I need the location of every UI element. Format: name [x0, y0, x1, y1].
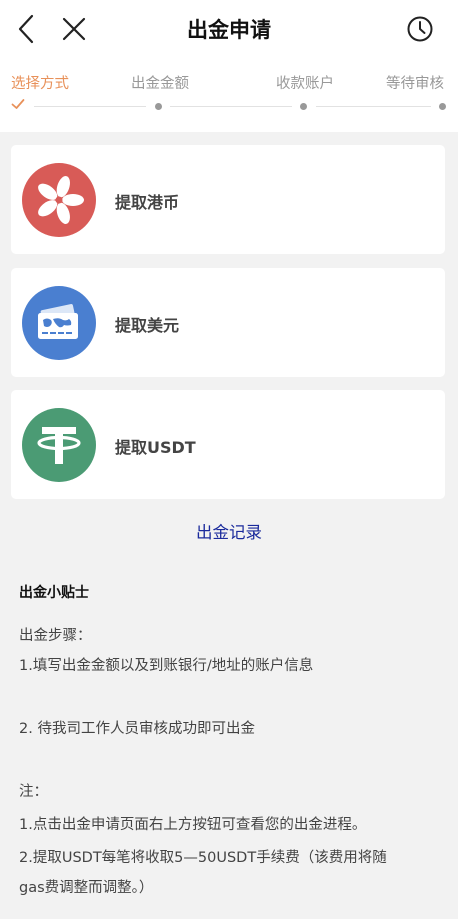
clock-icon[interactable] — [404, 13, 436, 45]
step-dot — [300, 103, 307, 110]
step-connector — [170, 106, 292, 107]
step-review: 等待审核 — [386, 76, 444, 92]
option-withdraw-usdt[interactable]: 提取USDT — [11, 390, 445, 499]
tips-title: 出金小贴士 — [19, 585, 89, 601]
tip-step-2: 2. 待我司工作人员审核成功即可出金 — [19, 721, 255, 737]
note-2-line-1: 2.提取USDT每笔将收取5—50USDT手续费（该费用将随 — [19, 850, 387, 866]
option-withdraw-hkd[interactable]: 提取港币 — [11, 145, 445, 254]
note-2-line-2: gas费调整而调整。） — [19, 880, 154, 896]
step-connector — [34, 106, 146, 107]
world-card-icon — [22, 286, 96, 360]
steps-heading: 出金步骤： — [19, 628, 92, 644]
step-connector — [316, 106, 431, 107]
bauhinia-flower-icon — [22, 163, 96, 237]
step-select-method: 选择方式 — [11, 76, 69, 92]
tip-step-1: 1.填写出金金额以及到账银行/地址的账户信息 — [19, 658, 314, 674]
step-account: 收款账户 — [276, 76, 334, 92]
option-label: 提取港币 — [115, 193, 180, 212]
close-icon[interactable] — [58, 13, 90, 45]
step-dot — [439, 103, 446, 110]
option-label: 提取USDT — [115, 438, 196, 457]
option-label: 提取美元 — [115, 316, 180, 335]
progress-steps: 选择方式 出金金额 收款账户 等待审核 — [0, 58, 458, 132]
note-heading: 注： — [19, 784, 48, 800]
withdrawal-records-link[interactable]: 出金记录 — [0, 519, 458, 543]
note-1: 1.点击出金申请页面右上方按钮可查看您的出金进程。 — [19, 817, 367, 833]
header-bar: 出金申请 — [0, 0, 458, 58]
step-amount: 出金金额 — [131, 76, 189, 92]
option-withdraw-usd[interactable]: 提取美元 — [11, 268, 445, 377]
chevron-left-icon[interactable] — [12, 13, 44, 45]
checkmark-icon — [11, 98, 25, 110]
step-dot — [155, 103, 162, 110]
tether-icon — [22, 408, 96, 482]
tips-section: 出金小贴士 出金步骤： 1.填写出金金额以及到账银行/地址的账户信息 2. 待我… — [19, 582, 444, 896]
